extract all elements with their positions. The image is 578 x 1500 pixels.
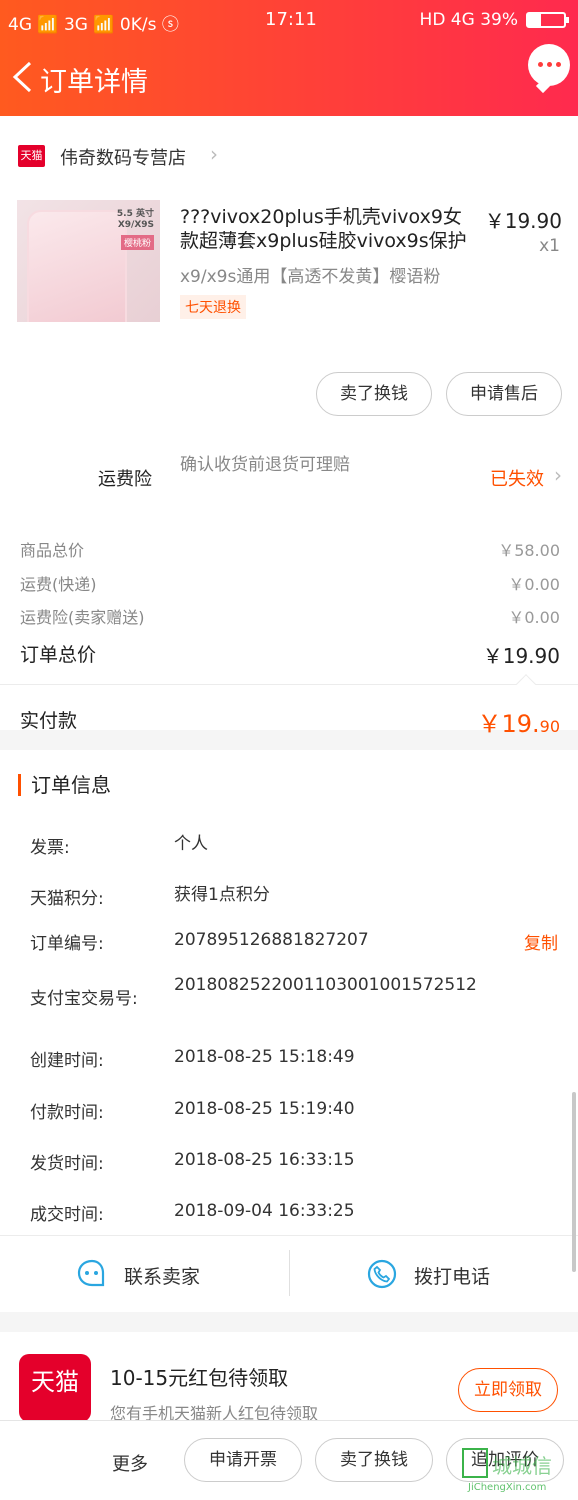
order-total-value: ￥19.90 <box>482 644 560 668</box>
cost-value: ￥0.00 <box>508 575 560 594</box>
store-name: 伟奇数码专营店 <box>60 148 186 169</box>
promo-title: 10-15元红包待领取 <box>110 1366 289 1390</box>
contact-seller-label: 联系卖家 <box>124 1266 201 1288</box>
cost-label: 运费险(卖家赠送) <box>20 608 145 627</box>
info-value: 2018-09-04 16:33:25 <box>174 1201 355 1221</box>
cost-value: ￥58.00 <box>498 541 560 560</box>
more-button[interactable]: 更多 <box>112 1450 148 1476</box>
battery-icon <box>526 12 569 28</box>
insurance-label: 运费险 <box>98 469 152 490</box>
image-label: 樱桃粉 <box>120 235 154 250</box>
info-key: 发票: <box>30 838 70 858</box>
call-phone-label: 拨打电话 <box>414 1266 491 1288</box>
info-key: 发货时间: <box>30 1154 104 1174</box>
after-sale-button[interactable]: 申请售后 <box>446 372 562 416</box>
call-phone-button[interactable]: 拨打电话 <box>290 1236 578 1312</box>
info-value: 2018-08-25 15:19:40 <box>174 1099 355 1119</box>
watermark-logo-icon <box>462 1448 488 1478</box>
status-bar: 4G 📶 3G 📶 0K/s ⓢ 17:11 HD 4G 39% <box>0 0 578 40</box>
apply-invoice-button[interactable]: 申请开票 <box>184 1438 302 1482</box>
product-quantity: x1 <box>539 236 560 256</box>
cost-row: 商品总价 ￥58.00 <box>20 537 560 561</box>
info-key: 订单编号: <box>30 934 104 954</box>
status-right: HD 4G 39% <box>419 10 518 30</box>
store-row[interactable]: 天猫 伟奇数码专营店 › <box>0 138 578 176</box>
info-key: 天猫积分: <box>30 889 104 909</box>
network-status: 4G 📶 3G 📶 0K/s ⓢ <box>8 15 179 35</box>
chevron-right-icon: › <box>210 142 218 166</box>
chevron-right-icon[interactable]: › <box>554 463 562 487</box>
paid-value: ￥19.90 <box>477 704 560 739</box>
info-key: 支付宝交易号: <box>30 989 138 1009</box>
page-title: 订单详情 <box>40 67 148 98</box>
paid-value-cents: 90 <box>539 717 560 736</box>
order-info-title: 订单信息 <box>18 774 111 796</box>
tmall-app-icon: 天猫 <box>19 1354 91 1422</box>
divider <box>0 684 578 685</box>
paid-value-main: ￥19. <box>477 710 540 738</box>
watermark-text: 城城信 <box>492 1454 552 1478</box>
copy-button[interactable]: 复制 <box>524 929 558 954</box>
watermark: 城城信 JiChengXin.com <box>462 1448 574 1498</box>
cost-row: 运费(快递) ￥0.00 <box>20 571 560 595</box>
info-value: 个人 <box>174 834 208 854</box>
claim-now-button[interactable]: 立即领取 <box>458 1368 558 1412</box>
cost-label: 商品总价 <box>20 541 85 560</box>
contact-seller-button[interactable]: 联系卖家 <box>0 1236 289 1312</box>
image-label: X9/X9S <box>117 220 154 230</box>
info-key: 创建时间: <box>30 1051 104 1071</box>
cost-label: 运费(快递) <box>20 575 97 594</box>
insurance-desc: 确认收货前退货可理赔 <box>180 455 350 475</box>
scrollbar[interactable] <box>572 1092 576 1272</box>
order-number: 207895126881827207 <box>174 930 369 950</box>
nav-bar: 订单详情 <box>0 40 578 116</box>
product-title[interactable]: ???vivox20plus手机壳vivox9女款超薄套x9plus硅胶vivo… <box>180 205 476 253</box>
more-menu-button[interactable] <box>528 44 570 86</box>
return-policy-badge: 七天退换 <box>180 295 246 319</box>
info-value: 2018-08-25 15:18:49 <box>174 1047 355 1067</box>
cost-row: 运费险(卖家赠送) ￥0.00 <box>20 604 560 628</box>
product-image[interactable]: 5.5 英寸 X9/X9S 樱桃粉 <box>17 200 160 322</box>
info-value: 2018-08-25 16:33:15 <box>174 1150 355 1170</box>
back-arrow-icon[interactable] <box>10 60 34 94</box>
info-key: 成交时间: <box>30 1205 104 1225</box>
sell-swap-button[interactable]: 卖了换钱 <box>316 372 432 416</box>
product-sku: x9/x9s通用【高透不发黄】樱语粉 <box>180 267 441 287</box>
order-total-row: 订单总价 ￥19.90 <box>20 640 560 668</box>
info-value: 获得1点积分 <box>174 885 270 905</box>
phone-case-image <box>27 210 127 322</box>
alipay-trade-number: 2018082522001103001001572512 <box>174 975 477 995</box>
cost-value: ￥0.00 <box>508 608 560 627</box>
product-price: ￥19.90 <box>484 209 562 233</box>
clock: 17:11 <box>265 9 317 30</box>
image-label: 5.5 英寸 <box>116 209 154 219</box>
paid-row: 实付款 ￥19.90 <box>20 706 560 738</box>
watermark-url: JiChengXin.com <box>468 1482 547 1493</box>
tmall-badge-icon: 天猫 <box>18 145 45 167</box>
phone-icon <box>367 1259 397 1289</box>
info-key: 付款时间: <box>30 1103 104 1123</box>
order-total-label: 订单总价 <box>20 644 97 666</box>
insurance-status[interactable]: 已失效 <box>490 465 544 491</box>
chat-bubble-icon <box>77 1259 105 1287</box>
paid-label: 实付款 <box>20 710 78 732</box>
sell-swap-bottom-button[interactable]: 卖了换钱 <box>315 1438 433 1482</box>
